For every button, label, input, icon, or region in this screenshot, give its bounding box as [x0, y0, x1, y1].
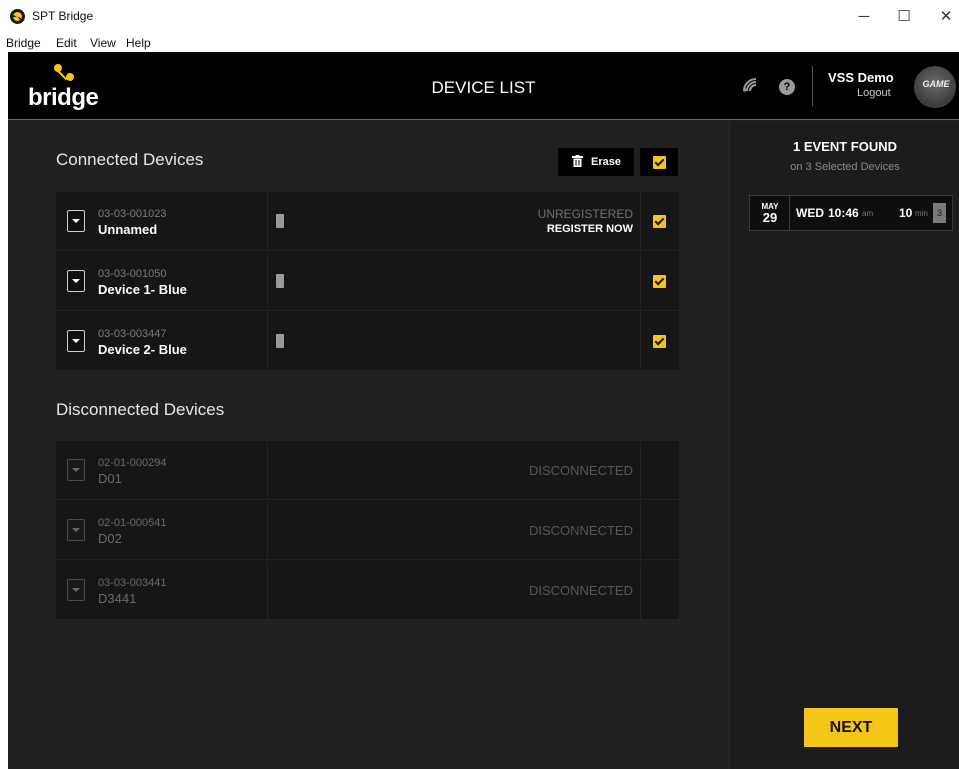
event-ampm: am: [862, 209, 874, 218]
event-duration-unit: min: [915, 209, 928, 218]
device-name: Device 1- Blue: [98, 282, 187, 297]
device-id: 03-03-003447: [98, 328, 167, 340]
device-row[interactable]: 03-03-003447 Device 2- Blue: [56, 312, 679, 371]
device-id: 03-03-003441: [98, 577, 167, 589]
avatar-text: GAME: [922, 79, 950, 89]
page-title: DEVICE LIST: [431, 78, 536, 97]
expand-dropdown-button[interactable]: [67, 579, 85, 601]
device-checkbox[interactable]: [653, 335, 666, 348]
connected-device-list: 03-03-001023 Unnamed UNREGISTERED REGIST…: [56, 192, 679, 371]
device-status: DISCONNECTED: [528, 463, 633, 478]
events-sub-label: on 3 Selected Devices: [790, 161, 900, 173]
minimize-button[interactable]: ─: [849, 4, 879, 30]
battery-icon: [276, 334, 284, 348]
disconnected-devices-title: Disconnected Devices: [56, 400, 225, 419]
device-status: DISCONNECTED: [528, 523, 633, 538]
event-date: MAY 29: [750, 196, 790, 230]
window-title: SPT Bridge: [32, 9, 94, 23]
header-divider: [812, 66, 813, 106]
events-found-label: 1 EVENT FOUND: [792, 139, 897, 154]
device-name: Unnamed: [98, 222, 158, 237]
device-checkbox[interactable]: [653, 275, 666, 288]
events-panel: 1 EVENT FOUND on 3 Selected Devices MAY …: [729, 121, 959, 769]
menu-view[interactable]: View: [90, 36, 116, 50]
device-row[interactable]: 03-03-001023 Unnamed UNREGISTERED REGIST…: [56, 192, 679, 251]
app-window: bridge DEVICE LIST ? VSS Demo Logout GAM…: [8, 52, 959, 769]
user-name: VSS Demo: [828, 70, 894, 85]
device-row[interactable]: 03-03-001050 Device 1- Blue: [56, 252, 679, 311]
device-name: Device 2- Blue: [98, 342, 187, 357]
trash-icon: [572, 155, 583, 170]
battery-icon: [276, 274, 284, 288]
app-header: bridge DEVICE LIST ? VSS Demo Logout GAM…: [8, 52, 959, 120]
device-row[interactable]: 02-01-000294 D01 DISCONNECTED: [56, 441, 679, 500]
menu-help[interactable]: Help: [126, 36, 151, 50]
erase-button[interactable]: Erase: [558, 148, 634, 176]
event-device-count-badge: 3: [933, 203, 946, 223]
avatar[interactable]: GAME: [914, 66, 956, 108]
battery-icon: [276, 214, 284, 228]
menu-bridge[interactable]: Bridge: [6, 36, 41, 50]
device-status: UNREGISTERED: [537, 207, 633, 221]
expand-dropdown-button[interactable]: [67, 459, 85, 481]
device-row[interactable]: 03-03-003441 D3441 DISCONNECTED: [56, 561, 679, 620]
device-name: D01: [98, 471, 122, 486]
erase-label: Erase: [591, 156, 621, 168]
device-name: D02: [98, 531, 122, 546]
event-time: 10:46: [828, 206, 859, 220]
event-weekday: WED: [796, 206, 824, 220]
next-button[interactable]: NEXT: [804, 708, 898, 747]
device-checkbox[interactable]: [653, 215, 666, 228]
device-name: D3441: [98, 591, 137, 606]
device-status: DISCONNECTED: [528, 583, 633, 598]
disconnected-device-list: 02-01-000294 D01 DISCONNECTED 02-01-0005…: [56, 441, 679, 620]
register-now-link[interactable]: REGISTER NOW: [547, 223, 633, 235]
expand-dropdown-button[interactable]: [67, 270, 85, 292]
menu-bar: Bridge Edit View Help: [0, 33, 959, 52]
device-id: 03-03-001023: [98, 208, 167, 220]
menu-edit[interactable]: Edit: [56, 36, 77, 50]
help-icon[interactable]: ?: [779, 79, 795, 95]
event-duration: 10: [899, 206, 913, 220]
app-logo-icon: [10, 9, 25, 24]
device-row[interactable]: 02-01-000541 D02 DISCONNECTED: [56, 501, 679, 560]
logout-link[interactable]: Logout: [857, 87, 891, 99]
connected-devices-title: Connected Devices: [56, 150, 204, 169]
maximize-button[interactable]: ☐: [889, 4, 919, 30]
expand-dropdown-button[interactable]: [67, 210, 85, 232]
device-id: 02-01-000541: [98, 517, 167, 529]
event-day: 29: [762, 210, 778, 225]
device-id: 03-03-001050: [98, 268, 167, 280]
device-id: 02-01-000294: [98, 457, 167, 469]
close-button[interactable]: ✕: [931, 4, 959, 30]
event-card[interactable]: MAY 29 WED 10:46 am 10 min 3: [749, 195, 953, 231]
expand-dropdown-button[interactable]: [67, 330, 85, 352]
expand-dropdown-button[interactable]: [67, 519, 85, 541]
select-all-checkbox[interactable]: [640, 148, 678, 176]
wireless-signal-icon[interactable]: [741, 76, 759, 94]
window-titlebar: SPT Bridge ─ ☐ ✕: [0, 0, 959, 33]
checkbox-checked-icon: [653, 156, 666, 169]
